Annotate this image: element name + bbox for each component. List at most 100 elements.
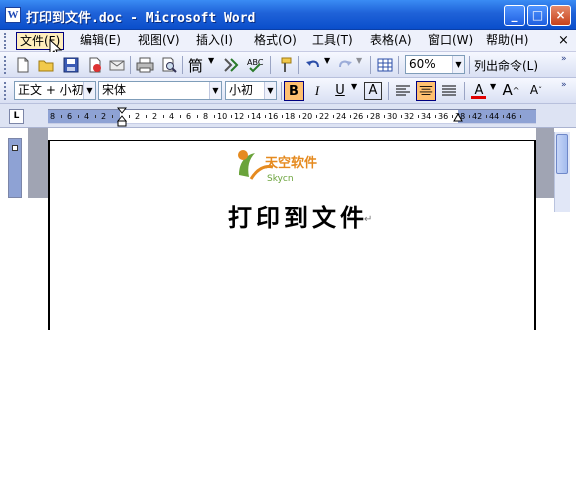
menu-bar: 文件(F) 编辑(E) 视图(V) 插入(I) 格式(O) 工具(T) 表格(A… bbox=[0, 30, 576, 59]
toolbar-separator bbox=[182, 56, 183, 74]
underline-dropdown-icon[interactable]: ▼ bbox=[351, 82, 357, 91]
list-commands-button[interactable]: 列出命令(L) bbox=[474, 57, 538, 74]
ruler-number: 6 bbox=[67, 112, 73, 121]
font-size-select[interactable]: 小初 ▼ bbox=[225, 81, 277, 100]
email-icon[interactable] bbox=[108, 56, 126, 74]
ruler-tick bbox=[349, 115, 351, 118]
chevron-down-icon[interactable]: ▼ bbox=[264, 82, 276, 99]
toolbar-grip[interactable] bbox=[4, 82, 7, 100]
formatting-toolbar: 正文 + 小初 ▼ 宋体 ▼ 小初 ▼ B I U ▼ A A ▼ A^ Aˇ … bbox=[0, 78, 576, 104]
menu-format[interactable]: 格式(O) bbox=[251, 32, 300, 50]
close-button[interactable]: × bbox=[550, 5, 571, 26]
close-document-button[interactable]: × bbox=[558, 33, 569, 48]
redo-icon[interactable] bbox=[336, 56, 354, 74]
toolbar-separator bbox=[398, 56, 399, 74]
ruler-tick bbox=[417, 115, 419, 118]
menu-edit[interactable]: 编辑(E) bbox=[77, 32, 124, 50]
print-preview-icon[interactable] bbox=[160, 56, 178, 74]
minimize-button[interactable]: _ bbox=[504, 5, 525, 26]
tab-selector-button[interactable]: L bbox=[9, 109, 24, 124]
menu-table[interactable]: 表格(A) bbox=[367, 32, 415, 50]
font-color-swatch bbox=[471, 96, 486, 99]
research-icon[interactable] bbox=[222, 56, 240, 74]
format-painter-icon[interactable] bbox=[276, 56, 294, 74]
menu-tools[interactable]: 工具(T) bbox=[309, 32, 356, 50]
align-left-icon[interactable] bbox=[394, 82, 412, 100]
maximize-button[interactable]: □ bbox=[527, 5, 548, 26]
ruler-number: 2 bbox=[101, 112, 107, 121]
ruler-number: 12 bbox=[234, 112, 245, 121]
chevron-down-icon[interactable]: ▼ bbox=[452, 56, 464, 73]
ruler-number: 4 bbox=[169, 112, 175, 121]
ruler-number: 10 bbox=[217, 112, 228, 121]
save-icon[interactable] bbox=[62, 56, 80, 74]
ruler-number: 26 bbox=[353, 112, 364, 121]
font-value: 宋体 bbox=[102, 83, 127, 97]
style-value: 正文 + 小初 bbox=[18, 83, 84, 97]
font-color-button[interactable]: A bbox=[469, 81, 489, 101]
menu-view[interactable]: 视图(V) bbox=[135, 32, 183, 50]
italic-button[interactable]: I bbox=[307, 81, 327, 101]
indent-marker-icon[interactable] bbox=[117, 107, 127, 127]
ruler-tick bbox=[264, 115, 266, 118]
undo-icon[interactable] bbox=[304, 56, 322, 74]
window-title: 打印到文件.doc - Microsoft Word bbox=[26, 11, 256, 26]
toolbar-options-icon[interactable]: » bbox=[561, 81, 567, 90]
toolbar-grip[interactable] bbox=[4, 56, 7, 74]
style-select[interactable]: 正文 + 小初 ▼ bbox=[14, 81, 96, 100]
ruler-number: 6 bbox=[186, 112, 192, 121]
page-gray-left bbox=[28, 128, 48, 198]
ruler-tick bbox=[383, 115, 385, 118]
vertical-ruler[interactable] bbox=[8, 138, 22, 198]
ruler-tick bbox=[145, 115, 147, 118]
underline-button[interactable]: U bbox=[330, 81, 350, 101]
logo-text-en: Skycn bbox=[267, 174, 294, 184]
permission-icon[interactable] bbox=[86, 56, 104, 74]
print-icon[interactable] bbox=[136, 56, 154, 74]
spelling-icon[interactable]: ABC bbox=[246, 56, 264, 74]
scrollbar-thumb[interactable] bbox=[556, 134, 568, 174]
toolbar-separator bbox=[130, 56, 131, 74]
ruler-tick bbox=[94, 115, 96, 118]
ruler-number: 22 bbox=[319, 112, 330, 121]
ruler-number: 32 bbox=[404, 112, 415, 121]
align-justify-icon[interactable] bbox=[440, 82, 458, 100]
chevron-down-icon[interactable]: ▼ bbox=[209, 82, 221, 99]
ruler-tick bbox=[179, 115, 181, 118]
logo-text-cn: 天空软件 bbox=[265, 155, 317, 171]
table-icon[interactable] bbox=[376, 56, 394, 74]
toolbar-separator bbox=[464, 82, 465, 100]
toolbar-separator bbox=[281, 82, 282, 100]
menu-window[interactable]: 窗口(W) bbox=[425, 32, 476, 50]
toolbar-options-icon[interactable]: » bbox=[561, 55, 567, 64]
font-color-dropdown-icon[interactable]: ▼ bbox=[490, 82, 496, 91]
shrink-font-button[interactable]: Aˇ bbox=[526, 81, 546, 101]
menubar-grip[interactable] bbox=[4, 33, 7, 49]
title-bar: W 打印到文件.doc - Microsoft Word _ □ × bbox=[0, 0, 576, 30]
new-document-icon[interactable] bbox=[14, 56, 32, 74]
grow-font-button[interactable]: A^ bbox=[501, 81, 521, 101]
word-app-icon[interactable]: W bbox=[5, 7, 21, 23]
ime-icon[interactable]: 筒 bbox=[188, 55, 203, 76]
document-title-text[interactable]: 打印到文件 bbox=[228, 198, 368, 233]
align-center-icon[interactable] bbox=[416, 81, 436, 101]
menu-insert[interactable]: 插入(I) bbox=[193, 32, 236, 50]
menu-help[interactable]: 帮助(H) bbox=[483, 32, 531, 50]
toolbar-separator bbox=[388, 82, 389, 100]
bold-button[interactable]: B bbox=[284, 81, 304, 101]
toolbar-separator bbox=[298, 56, 299, 74]
font-select[interactable]: 宋体 ▼ bbox=[98, 81, 222, 100]
shrink-font-letter: A bbox=[529, 83, 539, 97]
ruler-number: 20 bbox=[302, 112, 313, 121]
undo-dropdown-icon[interactable]: ▼ bbox=[324, 56, 330, 65]
chevron-down-icon[interactable]: ▼ bbox=[83, 82, 95, 99]
grow-font-letter: A bbox=[502, 81, 513, 99]
ime-dropdown-icon[interactable]: ▼ bbox=[208, 56, 214, 65]
standard-toolbar: 筒 ▼ ABC ▼ ▼ 60% ▼ 列出命令(L) » bbox=[0, 52, 576, 78]
redo-dropdown-icon[interactable]: ▼ bbox=[356, 56, 362, 65]
ruler-tick bbox=[485, 115, 487, 118]
character-border-button[interactable]: A bbox=[364, 82, 382, 100]
right-indent-marker-icon[interactable] bbox=[453, 113, 463, 123]
zoom-select[interactable]: 60% ▼ bbox=[405, 55, 465, 74]
open-folder-icon[interactable] bbox=[38, 56, 56, 74]
